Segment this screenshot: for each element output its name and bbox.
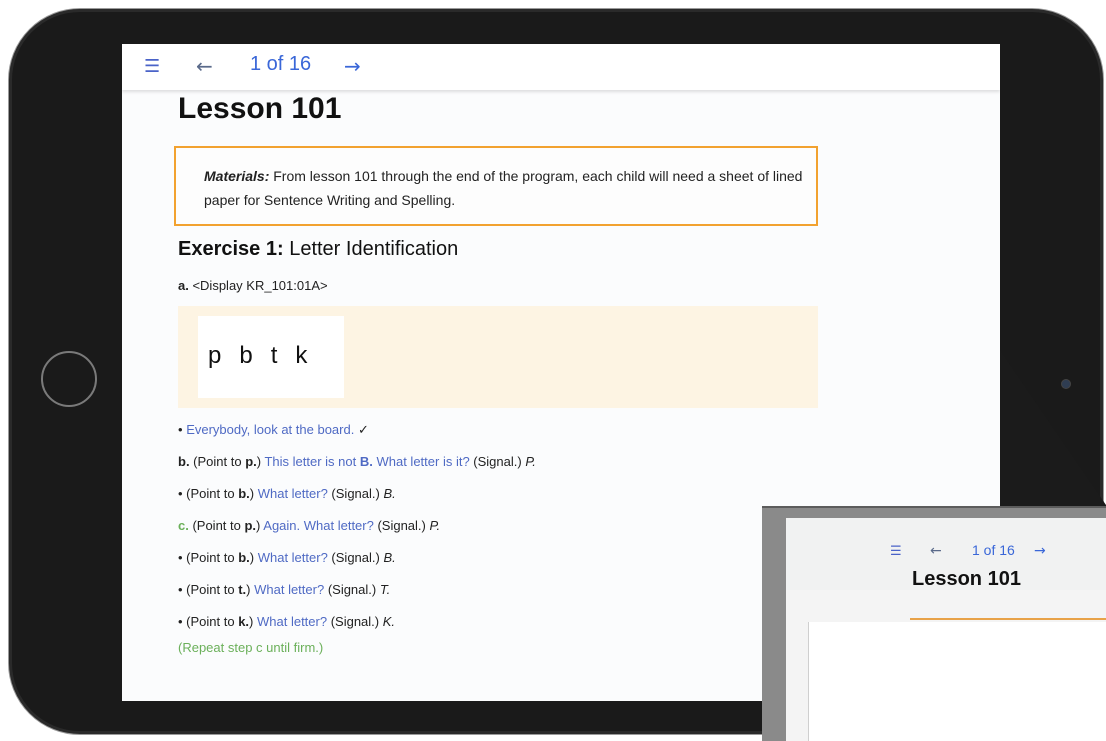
zoomed-toolbar: ☰ ← 1 of 16 → Lesson 101 (786, 518, 1106, 590)
zoomed-page-indicator: 1 of 16 (972, 542, 1015, 558)
zoomed-page-body (808, 622, 1106, 741)
arrow-right-icon[interactable]: → (1034, 543, 1046, 559)
zoomed-lesson-title: Lesson 101 (912, 568, 1021, 590)
zoomed-window: ☰ ← 1 of 16 → Lesson 101 (762, 506, 1106, 741)
zoomed-screen: ☰ ← 1 of 16 → Lesson 101 (786, 518, 1106, 741)
hamburger-menu-icon[interactable]: ☰ (890, 544, 902, 559)
arrow-left-icon[interactable]: ← (930, 543, 942, 559)
stage: ☰ ← 1 of 16 → Lesson 101 Materials: From… (0, 0, 1106, 741)
zoomed-materials-border (910, 618, 1106, 620)
